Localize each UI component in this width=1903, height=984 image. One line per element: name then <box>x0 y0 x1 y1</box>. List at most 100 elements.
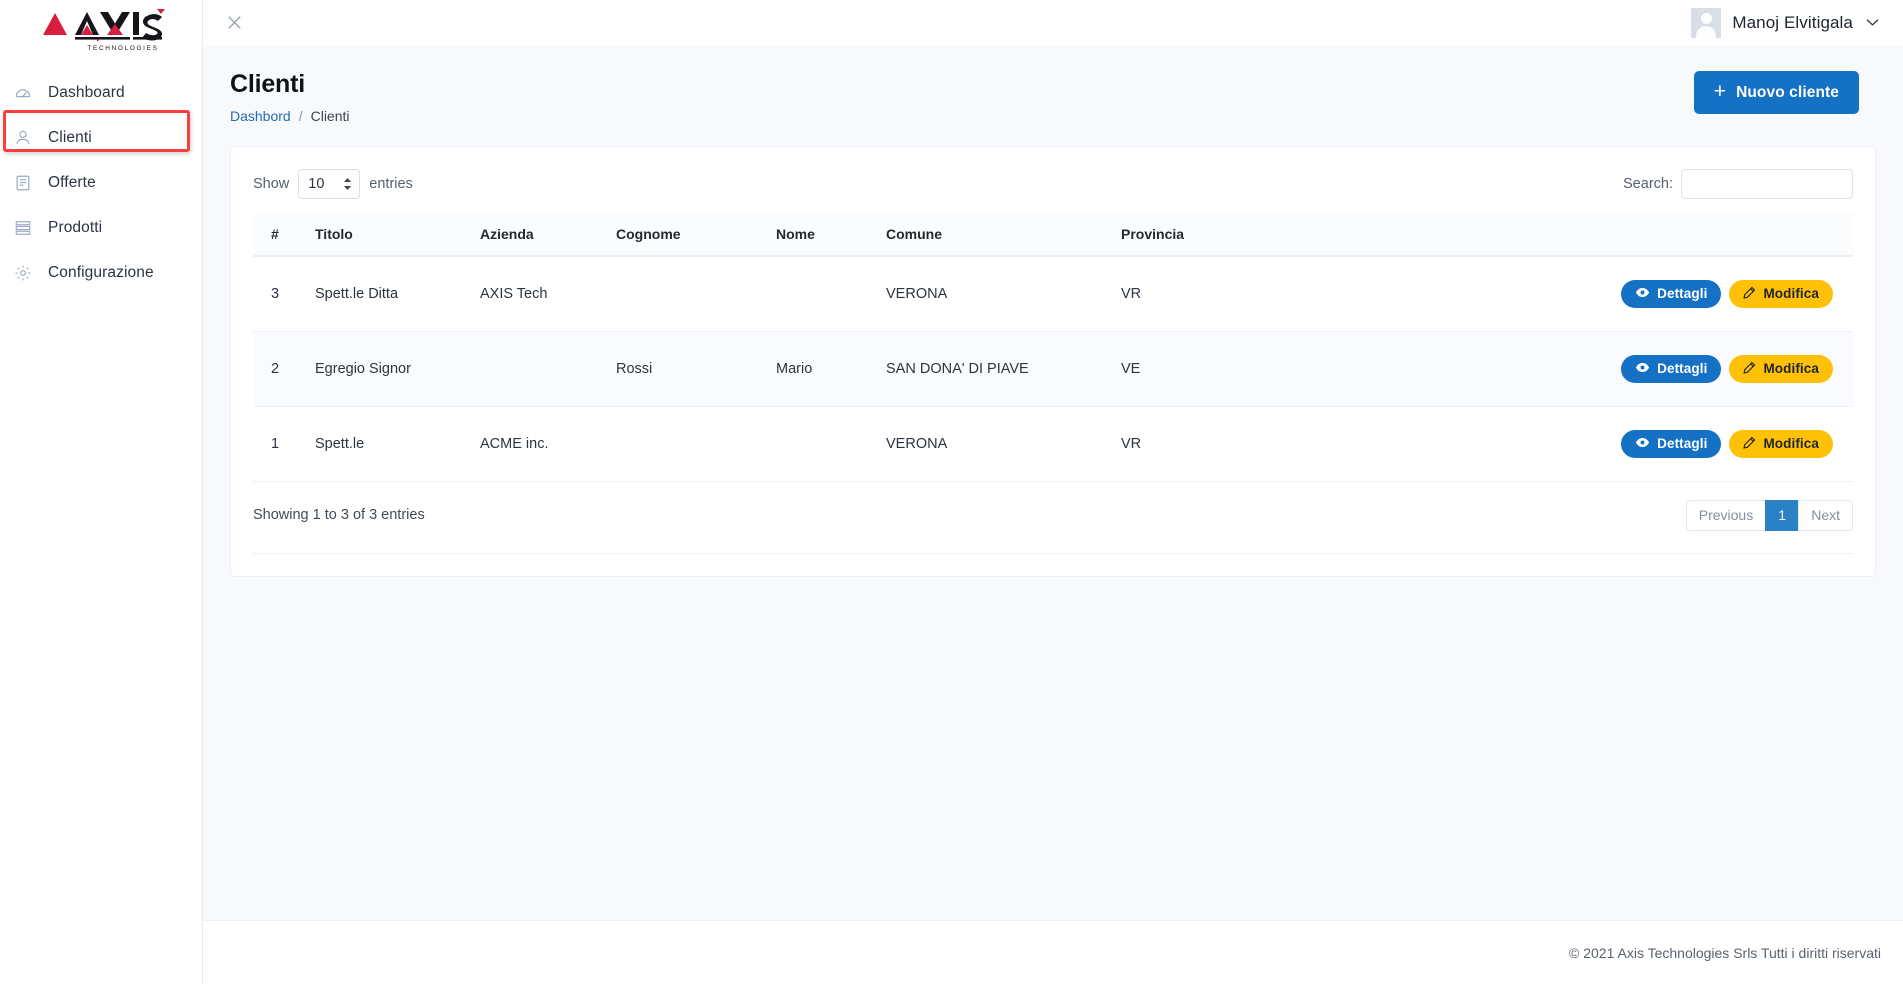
clients-table: # Titolo Azienda Cognome Nome Comune Pro… <box>253 212 1853 482</box>
sidebar-item-label: Configurazione <box>48 263 154 281</box>
cell-titolo: Egregio Signor <box>315 331 480 407</box>
svg-text:TECHNOLOGIES: TECHNOLOGIES <box>87 45 158 52</box>
topbar: Manoj Elvitigala <box>203 0 1903 45</box>
datatable-info: Showing 1 to 3 of 3 entries <box>253 507 425 523</box>
details-button-label: Dettagli <box>1657 286 1708 301</box>
column-header-azienda[interactable]: Azienda <box>480 212 616 257</box>
edit-button[interactable]: Modifica <box>1729 279 1833 308</box>
sidebar-item-prodotti[interactable]: Prodotti <box>0 205 202 250</box>
sidebar-item-label: Prodotti <box>48 218 103 236</box>
row-actions: Dettagli Modifica <box>1421 429 1845 458</box>
pagination-next[interactable]: Next <box>1798 499 1853 531</box>
user-name: Manoj Elvitigala <box>1732 12 1853 32</box>
cell-cognome <box>616 406 776 482</box>
main-area: Manoj Elvitigala Clienti Dashbord / Clie… <box>203 0 1903 984</box>
brand-logo[interactable]: TECHNOLOGIES <box>0 0 202 56</box>
sidebar-item-clienti[interactable]: Clienti <box>0 115 202 160</box>
page-header-left: Clienti Dashbord / Clienti <box>230 70 350 124</box>
table-header-row: # Titolo Azienda Cognome Nome Comune Pro… <box>253 212 1853 257</box>
plus-icon: + <box>1713 80 1727 103</box>
cell-actions: Dettagli Modifica <box>1421 406 1853 482</box>
close-icon[interactable] <box>221 10 247 36</box>
datatable-footer: Showing 1 to 3 of 3 entries Previous 1 N… <box>253 482 1853 554</box>
cell-provincia: VR <box>1121 406 1421 482</box>
column-header-comune[interactable]: Comune <box>886 212 1121 257</box>
breadcrumb: Dashbord / Clienti <box>230 108 350 124</box>
pagination-previous[interactable]: Previous <box>1685 499 1767 531</box>
pencil-icon <box>1743 286 1756 302</box>
column-header-cognome[interactable]: Cognome <box>616 212 776 257</box>
edit-button-label: Modifica <box>1763 436 1819 451</box>
datatable-length-control: Show 10 25 50 100 <box>253 168 413 199</box>
sidebar-item-label: Clienti <box>48 128 92 146</box>
new-client-button[interactable]: + Nuovo cliente <box>1693 71 1859 114</box>
app-root: TECHNOLOGIES Dashboard Clienti Offerte P… <box>0 0 1903 984</box>
details-button[interactable]: Dettagli <box>1621 429 1722 458</box>
document-icon <box>14 174 32 192</box>
edit-button[interactable]: Modifica <box>1729 429 1833 458</box>
datatable-search-control: Search: <box>1623 168 1853 199</box>
sidebar-item-dashboard[interactable]: Dashboard <box>0 70 202 115</box>
page-content: Clienti Dashbord / Clienti + Nuovo clien… <box>203 45 1903 920</box>
table-body: 3 Spett.le Ditta AXIS Tech VERONA VR Det… <box>253 255 1853 482</box>
row-actions: Dettagli Modifica <box>1421 354 1845 383</box>
pencil-icon <box>1743 436 1756 452</box>
column-header-index[interactable]: # <box>253 212 315 257</box>
row-actions: Dettagli Modifica <box>1421 279 1845 308</box>
table-row: 3 Spett.le Ditta AXIS Tech VERONA VR Det… <box>253 255 1853 332</box>
footer: © 2021 Axis Technologies Srls Tutti i di… <box>203 920 1903 984</box>
cell-titolo: Spett.le Ditta <box>315 255 480 332</box>
details-button[interactable]: Dettagli <box>1621 279 1722 308</box>
details-button[interactable]: Dettagli <box>1621 354 1722 383</box>
pagination-page-1[interactable]: 1 <box>1765 499 1800 531</box>
search-input[interactable] <box>1681 168 1853 199</box>
user-icon <box>14 129 32 147</box>
stack-list-icon <box>14 219 32 237</box>
breadcrumb-current: Clienti <box>310 107 350 124</box>
gear-icon <box>14 264 32 282</box>
entries-select-wrap: 10 25 50 100 <box>298 168 361 199</box>
cell-azienda: AXIS Tech <box>480 255 616 332</box>
chevron-down-icon[interactable] <box>1866 15 1879 30</box>
cell-provincia: VE <box>1121 331 1421 407</box>
pagination: Previous 1 Next <box>1685 499 1853 531</box>
entries-select[interactable]: 10 25 50 100 <box>298 168 361 199</box>
sidebar-item-offerte[interactable]: Offerte <box>0 160 202 205</box>
cell-nome <box>776 255 886 332</box>
cell-azienda: ACME inc. <box>480 406 616 482</box>
eye-icon <box>1635 286 1650 301</box>
entries-label: entries <box>369 175 413 192</box>
table-row: 2 Egregio Signor Rossi Mario SAN DONA' D… <box>253 331 1853 407</box>
cell-actions: Dettagli Modifica <box>1421 255 1853 332</box>
column-header-nome[interactable]: Nome <box>776 212 886 257</box>
cell-comune: SAN DONA' DI PIAVE <box>886 331 1121 407</box>
sidebar-item-configurazione[interactable]: Configurazione <box>0 250 202 295</box>
user-menu[interactable]: Manoj Elvitigala <box>1691 7 1883 38</box>
column-header-titolo[interactable]: Titolo <box>315 212 480 257</box>
page-title: Clienti <box>230 70 305 98</box>
datatable-toolbar: Show 10 25 50 100 <box>253 168 1853 213</box>
cell-comune: VERONA <box>886 406 1121 482</box>
cell-cognome: Rossi <box>616 331 776 407</box>
cell-index: 3 <box>253 255 315 332</box>
table-head: # Titolo Azienda Cognome Nome Comune Pro… <box>253 212 1853 257</box>
eye-icon <box>1635 436 1650 451</box>
sidebar: TECHNOLOGIES Dashboard Clienti Offerte P… <box>0 0 203 984</box>
search-label: Search: <box>1623 175 1673 192</box>
cell-provincia: VR <box>1121 255 1421 332</box>
sidebar-nav: Dashboard Clienti Offerte Prodotti Confi… <box>0 70 202 295</box>
breadcrumb-link-dashboard[interactable]: Dashbord <box>230 108 291 124</box>
cell-comune: VERONA <box>886 255 1121 332</box>
column-header-provincia[interactable]: Provincia <box>1121 212 1421 257</box>
edit-button-label: Modifica <box>1763 361 1819 376</box>
cell-nome: Mario <box>776 331 886 407</box>
cell-nome <box>776 406 886 482</box>
axis-technologies-logo-icon: TECHNOLOGIES <box>43 9 165 52</box>
table-row: 1 Spett.le ACME inc. VERONA VR Dettagli … <box>253 406 1853 482</box>
edit-button[interactable]: Modifica <box>1729 354 1833 383</box>
new-client-button-label: Nuovo cliente <box>1736 83 1839 101</box>
eye-icon <box>1635 361 1650 376</box>
details-button-label: Dettagli <box>1657 361 1708 376</box>
cell-titolo: Spett.le <box>315 406 480 482</box>
cell-actions: Dettagli Modifica <box>1421 331 1853 407</box>
